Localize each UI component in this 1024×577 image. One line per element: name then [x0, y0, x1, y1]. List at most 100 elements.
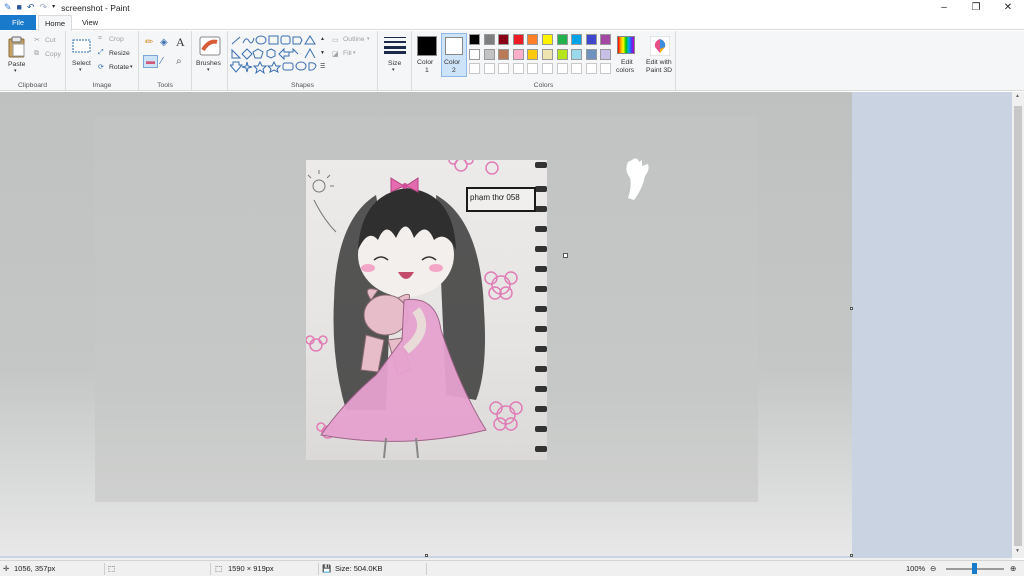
size-group: Size ▾: [378, 31, 412, 91]
palette-color-swatch[interactable]: [527, 34, 539, 45]
text-icon[interactable]: A: [176, 35, 185, 50]
cut-icon[interactable]: ✂: [34, 36, 40, 44]
color1-button[interactable]: Color 1: [414, 33, 440, 77]
shapes-group-label: Shapes: [290, 82, 315, 89]
copy-icon[interactable]: ⧉: [34, 50, 39, 58]
canvas-resize-handle-right[interactable]: [850, 307, 853, 310]
outline-dropdown-icon[interactable]: ▾: [367, 36, 370, 42]
rotate-icon[interactable]: ⟳: [98, 63, 104, 71]
fill-bucket-icon[interactable]: ◈: [160, 37, 168, 48]
palette-color-swatch[interactable]: [571, 63, 583, 74]
eraser-icon[interactable]: ▬: [143, 55, 158, 68]
copy-button[interactable]: Copy: [45, 51, 61, 58]
color2-button[interactable]: Color 2: [441, 33, 467, 77]
scroll-thumb[interactable]: [1014, 106, 1022, 546]
resize-button[interactable]: Resize: [109, 50, 130, 57]
palette-color-swatch[interactable]: [512, 48, 524, 60]
palette-color-swatch[interactable]: [498, 34, 510, 45]
palette-color-swatch[interactable]: [483, 34, 495, 45]
customize-quick-access-icon[interactable]: ▾: [52, 3, 55, 12]
fill-icon[interactable]: ◪: [332, 50, 338, 58]
palette-color-swatch[interactable]: [512, 34, 524, 45]
undo-icon[interactable]: ↶: [27, 3, 35, 12]
status-separator: [318, 563, 319, 575]
palette-color-swatch[interactable]: [542, 34, 553, 45]
rotate-dropdown-icon[interactable]: ▾: [130, 64, 133, 70]
zoom-in-icon[interactable]: ⊕: [1010, 561, 1016, 577]
brushes-dropdown-icon[interactable]: ▾: [207, 67, 210, 73]
edit-colors-label-2: colors: [616, 67, 635, 74]
palette-color-swatch[interactable]: [512, 63, 524, 74]
rotate-button[interactable]: Rotate: [109, 64, 129, 71]
pencil-icon[interactable]: ✏: [145, 37, 153, 48]
crop-icon[interactable]: ⌗: [98, 35, 102, 43]
palette-color-swatch[interactable]: [483, 63, 495, 74]
size-button[interactable]: Size ▾: [381, 34, 409, 76]
canvas-resize-handle-corner[interactable]: [850, 554, 853, 557]
minimize-icon[interactable]: –: [928, 0, 960, 15]
zoom-slider-thumb[interactable]: [972, 563, 977, 574]
palette-color-swatch[interactable]: [600, 34, 612, 45]
crop-button[interactable]: Crop: [109, 36, 124, 43]
outline-button[interactable]: Outline: [343, 36, 365, 43]
tab-file[interactable]: File: [0, 15, 36, 30]
outline-icon[interactable]: ▭: [332, 36, 338, 44]
palette-color-swatch[interactable]: [498, 63, 510, 74]
palette-color-swatch[interactable]: [600, 63, 612, 74]
palette-color-swatch[interactable]: [469, 63, 480, 74]
fill-button[interactable]: Fill: [343, 50, 352, 57]
color-picker-icon[interactable]: ⁄: [161, 56, 163, 67]
shapes-scroll-down-icon[interactable]: ▼: [320, 50, 325, 56]
size-dropdown-icon[interactable]: ▾: [392, 67, 395, 73]
palette-color-swatch[interactable]: [527, 63, 539, 74]
select-dropdown-icon[interactable]: ▾: [79, 67, 82, 73]
palette-color-swatch[interactable]: [571, 48, 583, 60]
zoom-slider[interactable]: [946, 563, 1004, 574]
canvas-resize-handle-bottom[interactable]: [425, 554, 428, 557]
tab-view[interactable]: View: [74, 15, 106, 30]
palette-color-swatch[interactable]: [542, 48, 553, 60]
zoom-out-icon[interactable]: ⊖: [930, 561, 936, 577]
palette-color-swatch[interactable]: [556, 34, 568, 45]
palette-color-swatch[interactable]: [483, 48, 495, 60]
palette-color-swatch[interactable]: [556, 63, 568, 74]
close-icon[interactable]: ✕: [992, 0, 1024, 15]
palette-color-swatch[interactable]: [498, 48, 510, 60]
paste-dropdown-icon[interactable]: ▾: [14, 68, 17, 74]
line-size-icon: [384, 37, 406, 54]
tab-home[interactable]: Home: [38, 15, 72, 31]
shapes-gallery[interactable]: [230, 34, 326, 74]
paste-button[interactable]: Paste ▾: [4, 34, 30, 76]
palette-color-swatch[interactable]: [600, 48, 612, 60]
edit-colors-button[interactable]: Edit colors: [612, 33, 642, 77]
shapes-scroll-icon[interactable]: ▲: [320, 36, 325, 42]
palette-color-swatch[interactable]: [585, 63, 597, 74]
palette-color-swatch[interactable]: [527, 48, 539, 60]
redo-icon[interactable]: ↷: [40, 3, 48, 12]
brushes-button[interactable]: Brushes ▾: [195, 34, 225, 76]
fill-dropdown-icon[interactable]: ▾: [353, 50, 356, 56]
edit-with-paint3d-button[interactable]: Edit with Paint 3D: [642, 33, 678, 77]
palette-color-swatch[interactable]: [469, 48, 480, 60]
shapes-more-icon[interactable]: ☰: [320, 63, 325, 70]
palette-color-swatch[interactable]: [585, 48, 597, 60]
select-button[interactable]: Select ▾: [70, 34, 94, 76]
palette-color-swatch[interactable]: [556, 48, 568, 60]
file-size: Size: 504.0KB: [335, 564, 383, 573]
palette-color-swatch[interactable]: [585, 34, 597, 45]
palette-color-swatch[interactable]: [571, 34, 583, 45]
cut-button[interactable]: Cut: [45, 37, 56, 44]
resize-icon[interactable]: ⤢: [98, 49, 103, 57]
canvas-bitmap[interactable]: phạm thơ 058: [0, 92, 852, 556]
palette-color-swatch[interactable]: [469, 34, 480, 45]
image-group-label: Image: [92, 82, 112, 89]
palette-color-swatch[interactable]: [542, 63, 553, 74]
save-icon[interactable]: ■: [17, 3, 22, 12]
canvas-text-box[interactable]: phạm thơ 058: [466, 187, 536, 212]
scroll-down-icon[interactable]: ▼: [1015, 548, 1020, 554]
scroll-up-icon[interactable]: ▲: [1015, 93, 1020, 99]
restore-icon[interactable]: ❐: [960, 0, 992, 15]
magnifier-icon[interactable]: ⌕: [176, 56, 182, 67]
selection-handle[interactable]: [563, 253, 568, 258]
vertical-scrollbar[interactable]: ▲ ▼: [1012, 92, 1024, 558]
